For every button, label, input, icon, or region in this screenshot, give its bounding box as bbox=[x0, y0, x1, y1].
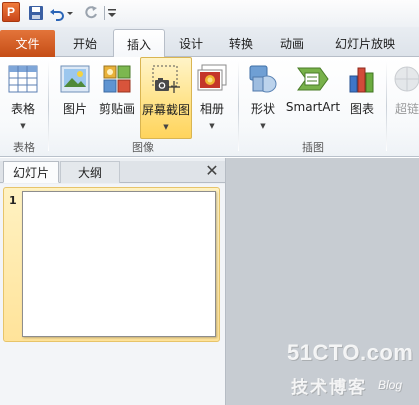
tab-home[interactable]: 开始 bbox=[62, 30, 108, 57]
group-separator bbox=[238, 61, 239, 151]
chart-button-label: 图表 bbox=[349, 102, 374, 116]
clipart-icon bbox=[100, 62, 134, 96]
group-label-illustrations: 插图 bbox=[302, 141, 324, 154]
globe-icon bbox=[390, 62, 419, 96]
tab-slides[interactable]: 幻灯片 bbox=[3, 161, 59, 183]
shapes-button[interactable]: 形状 ▼ bbox=[244, 57, 282, 139]
screenshot-button[interactable]: 屏幕截图 ▼ bbox=[140, 57, 192, 139]
chevron-down-icon: ▼ bbox=[209, 122, 215, 130]
slide-list: 1 bbox=[0, 184, 225, 405]
group-separator bbox=[48, 61, 49, 151]
picture-button-label: 图片 bbox=[62, 102, 87, 116]
slide-editing-area[interactable] bbox=[227, 158, 419, 405]
undo-icon[interactable] bbox=[49, 3, 65, 23]
customize-toolbar-dropdown-icon[interactable] bbox=[107, 3, 117, 23]
watermark-site: 51CTO.com bbox=[287, 340, 414, 365]
chart-button[interactable]: 图表 bbox=[343, 57, 381, 139]
chevron-down-icon: ▼ bbox=[20, 122, 26, 130]
screenshot-button-label: 屏幕截图 bbox=[141, 103, 190, 117]
hyperlink-button-label: 超链 bbox=[394, 102, 419, 116]
ribbon-insert: 表格 ▼ 图片 剪贴画 屏幕截图 ▼ 相册 ▼ 形状 ▼ SmartArt 图表… bbox=[0, 57, 419, 157]
chevron-down-icon: ▼ bbox=[260, 122, 266, 130]
chevron-down-icon: ▼ bbox=[163, 123, 169, 131]
tab-slideshow[interactable]: 幻灯片放映 bbox=[322, 30, 408, 57]
clipart-button[interactable]: 剪贴画 bbox=[95, 57, 139, 139]
tab-design[interactable]: 设计 bbox=[168, 30, 214, 57]
table-button-label: 表格 bbox=[10, 102, 35, 116]
redo-icon[interactable] bbox=[83, 3, 99, 23]
screenshot-icon bbox=[149, 63, 183, 97]
clipart-button-label: 剪贴画 bbox=[98, 102, 135, 116]
workspace: 幻灯片 大纲 ✕ 1 bbox=[0, 158, 419, 405]
tab-transitions[interactable]: 转换 bbox=[218, 30, 264, 57]
shapes-icon bbox=[246, 62, 280, 96]
smartart-button-label: SmartArt bbox=[285, 100, 341, 114]
tab-animations[interactable]: 动画 bbox=[269, 30, 315, 57]
slide-thumbnail[interactable] bbox=[22, 191, 216, 337]
qat-separator bbox=[104, 6, 105, 20]
group-separator bbox=[386, 61, 387, 151]
table-icon bbox=[6, 62, 40, 96]
close-icon[interactable]: ✕ bbox=[203, 162, 221, 180]
slide-number: 1 bbox=[9, 194, 17, 207]
panel-tabs: 幻灯片 大纲 ✕ bbox=[0, 161, 225, 183]
smartart-icon bbox=[296, 62, 330, 96]
tab-insert[interactable]: 插入 bbox=[113, 29, 165, 58]
watermark-blog: Blog bbox=[378, 378, 403, 392]
powerpoint-logo-icon[interactable]: P bbox=[2, 2, 20, 22]
picture-button[interactable]: 图片 bbox=[56, 57, 94, 139]
photo-album-icon bbox=[195, 62, 229, 96]
watermark-subtitle: 技术博客 bbox=[291, 378, 367, 397]
tab-outline[interactable]: 大纲 bbox=[60, 161, 120, 183]
table-button[interactable]: 表格 ▼ bbox=[4, 57, 42, 139]
photo-album-button-label: 相册 bbox=[199, 102, 224, 116]
chart-icon bbox=[345, 62, 379, 96]
save-icon[interactable] bbox=[28, 3, 44, 23]
smartart-button[interactable]: SmartArt bbox=[284, 57, 342, 139]
ribbon-tabs: 文件 开始 插入 设计 转换 动画 幻灯片放映 bbox=[0, 27, 419, 58]
hyperlink-button[interactable]: 超链 bbox=[387, 57, 419, 139]
tab-file[interactable]: 文件 bbox=[0, 30, 55, 57]
logo-letter: P bbox=[6, 5, 15, 19]
picture-icon bbox=[58, 62, 92, 96]
group-label-tables: 表格 bbox=[13, 141, 35, 154]
photo-album-button[interactable]: 相册 ▼ bbox=[193, 57, 231, 139]
shapes-button-label: 形状 bbox=[250, 102, 275, 116]
slides-panel: 幻灯片 大纲 ✕ 1 bbox=[0, 158, 226, 405]
group-label-images: 图像 bbox=[132, 141, 154, 154]
undo-dropdown-icon[interactable] bbox=[66, 3, 74, 23]
quick-access-toolbar: P bbox=[0, 0, 419, 27]
